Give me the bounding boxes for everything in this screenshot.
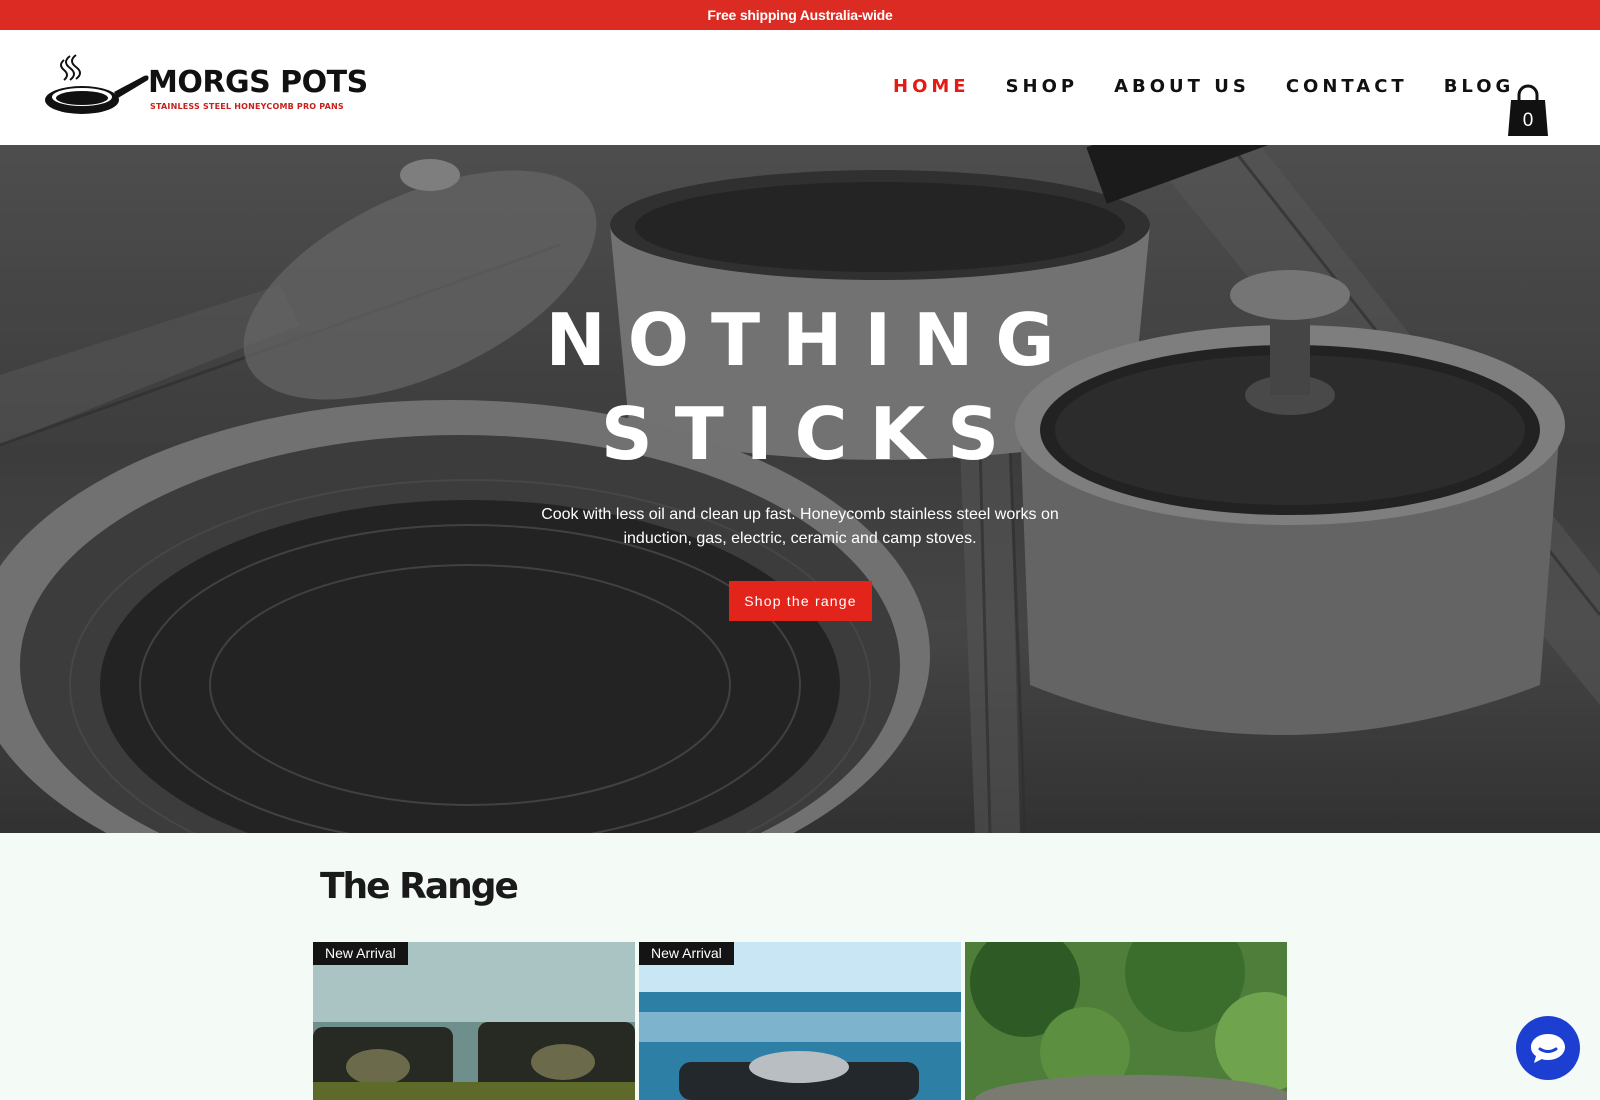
nav-contact[interactable]: CONTACT [1286, 76, 1408, 97]
nav-shop[interactable]: SHOP [1006, 76, 1079, 97]
frying-pan-logo-icon [45, 54, 149, 114]
main-nav: HOME SHOP ABOUT US CONTACT BLOG [893, 76, 1550, 97]
chat-widget-button[interactable] [1516, 1016, 1580, 1080]
hero-cookware-image [0, 145, 1600, 833]
hero-title: NOTHING STICKS [0, 293, 1600, 481]
nav-home[interactable]: HOME [893, 76, 970, 97]
cart-button[interactable]: 0 [1506, 84, 1550, 138]
hero-title-line-2: STICKS [600, 392, 1022, 476]
product-card[interactable]: New Arrival [313, 942, 635, 1100]
new-arrival-badge: New Arrival [639, 942, 734, 965]
range-section-title: The Range [320, 866, 519, 907]
site-header: MORGS POTS STAINLESS STEEL HONEYCOMB PRO… [0, 30, 1600, 145]
hero-description: Cook with less oil and clean up fast. Ho… [541, 506, 1059, 547]
cart-count: 0 [1522, 110, 1534, 131]
pan-in-garden-image [965, 942, 1287, 1100]
shop-the-range-button[interactable]: Shop the range [729, 581, 872, 621]
nav-about-us[interactable]: ABOUT US [1114, 76, 1250, 97]
brand-name: MORGS POTS [148, 65, 368, 100]
product-card[interactable]: New Arrival [639, 942, 961, 1100]
chat-icon [1531, 1034, 1565, 1063]
hero-title-line-1: NOTHING [545, 298, 1077, 382]
camp-stove-ocean-image [639, 942, 961, 1100]
new-arrival-badge: New Arrival [313, 942, 408, 965]
camp-stove-green-image [313, 942, 635, 1100]
site-logo[interactable]: MORGS POTS STAINLESS STEEL HONEYCOMB PRO… [44, 52, 368, 122]
announcement-bar: Free shipping Australia-wide [0, 0, 1600, 30]
hero-banner: NOTHING STICKS Cook with less oil and cl… [0, 145, 1600, 833]
brand-tagline: STAINLESS STEEL HONEYCOMB PRO PANS [150, 102, 344, 111]
product-card[interactable] [965, 942, 1287, 1100]
nav-blog[interactable]: BLOG [1444, 76, 1515, 97]
